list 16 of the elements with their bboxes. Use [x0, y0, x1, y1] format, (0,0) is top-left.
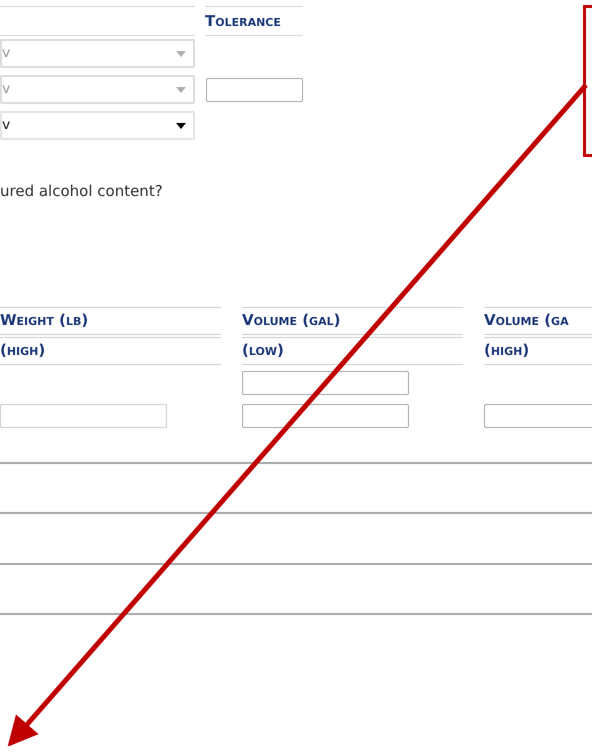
column-header: Tolerance — [205, 14, 281, 28]
column-header: Weight (lb) — [0, 313, 88, 328]
input-field[interactable] — [0, 404, 167, 428]
caret-icon — [176, 86, 186, 92]
column-subheader: (high) — [0, 343, 46, 358]
caret-icon — [176, 50, 186, 56]
input-field[interactable] — [242, 404, 409, 428]
column-header: Volume (ga — [484, 313, 569, 328]
column-header: Volume (gal) — [242, 313, 340, 328]
caret-icon — [176, 122, 186, 128]
column-subheader: (high) — [484, 343, 530, 358]
question-text: ured alcohol content? — [0, 181, 164, 202]
column-subheader: (low) — [242, 343, 284, 358]
dropdown[interactable]: v — [0, 111, 195, 140]
input-field[interactable] — [242, 370, 409, 394]
tolerance-field[interactable] — [206, 78, 303, 102]
